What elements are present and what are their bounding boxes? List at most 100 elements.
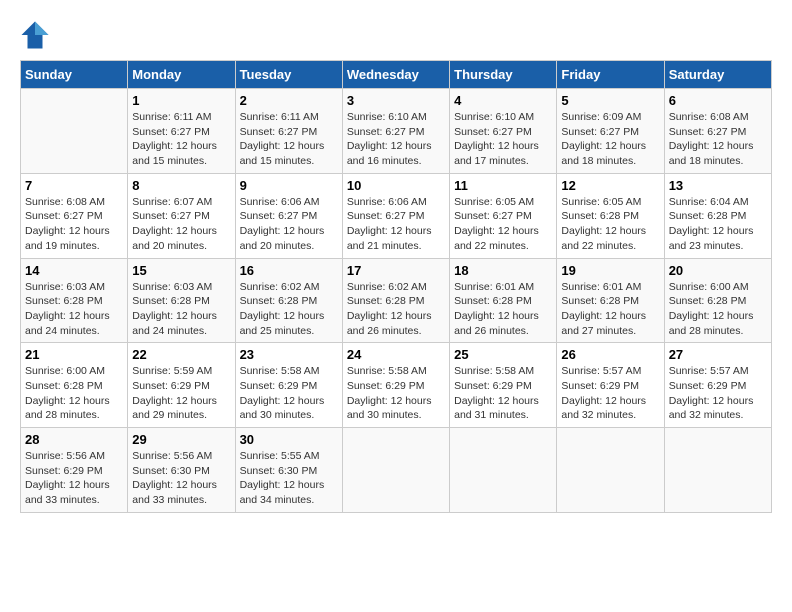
day-info: Sunrise: 6:10 AM Sunset: 6:27 PM Dayligh… bbox=[454, 110, 552, 169]
col-header-wednesday: Wednesday bbox=[342, 61, 449, 89]
day-number: 21 bbox=[25, 347, 123, 362]
col-header-tuesday: Tuesday bbox=[235, 61, 342, 89]
day-number: 28 bbox=[25, 432, 123, 447]
calendar-cell: 4 Sunrise: 6:10 AM Sunset: 6:27 PM Daylig… bbox=[450, 89, 557, 174]
day-number: 30 bbox=[240, 432, 338, 447]
day-info: Sunrise: 5:57 AM Sunset: 6:29 PM Dayligh… bbox=[561, 364, 659, 423]
week-row-2: 7 Sunrise: 6:08 AM Sunset: 6:27 PM Daylig… bbox=[21, 173, 772, 258]
calendar-cell: 10 Sunrise: 6:06 AM Sunset: 6:27 PM Dayli… bbox=[342, 173, 449, 258]
calendar-cell: 14 Sunrise: 6:03 AM Sunset: 6:28 PM Dayli… bbox=[21, 258, 128, 343]
day-number: 8 bbox=[132, 178, 230, 193]
day-number: 6 bbox=[669, 93, 767, 108]
day-number: 2 bbox=[240, 93, 338, 108]
day-info: Sunrise: 5:58 AM Sunset: 6:29 PM Dayligh… bbox=[347, 364, 445, 423]
day-info: Sunrise: 6:05 AM Sunset: 6:28 PM Dayligh… bbox=[561, 195, 659, 254]
day-info: Sunrise: 6:01 AM Sunset: 6:28 PM Dayligh… bbox=[454, 280, 552, 339]
calendar-cell: 15 Sunrise: 6:03 AM Sunset: 6:28 PM Dayli… bbox=[128, 258, 235, 343]
day-info: Sunrise: 5:58 AM Sunset: 6:29 PM Dayligh… bbox=[454, 364, 552, 423]
calendar-cell: 11 Sunrise: 6:05 AM Sunset: 6:27 PM Dayli… bbox=[450, 173, 557, 258]
day-info: Sunrise: 6:06 AM Sunset: 6:27 PM Dayligh… bbox=[240, 195, 338, 254]
day-number: 9 bbox=[240, 178, 338, 193]
calendar-cell: 3 Sunrise: 6:10 AM Sunset: 6:27 PM Daylig… bbox=[342, 89, 449, 174]
header bbox=[20, 20, 772, 50]
calendar-cell: 7 Sunrise: 6:08 AM Sunset: 6:27 PM Daylig… bbox=[21, 173, 128, 258]
day-info: Sunrise: 6:03 AM Sunset: 6:28 PM Dayligh… bbox=[25, 280, 123, 339]
day-number: 19 bbox=[561, 263, 659, 278]
calendar-cell: 24 Sunrise: 5:58 AM Sunset: 6:29 PM Dayli… bbox=[342, 343, 449, 428]
day-info: Sunrise: 5:57 AM Sunset: 6:29 PM Dayligh… bbox=[669, 364, 767, 423]
day-number: 5 bbox=[561, 93, 659, 108]
day-number: 16 bbox=[240, 263, 338, 278]
week-row-4: 21 Sunrise: 6:00 AM Sunset: 6:28 PM Dayli… bbox=[21, 343, 772, 428]
day-info: Sunrise: 6:08 AM Sunset: 6:27 PM Dayligh… bbox=[669, 110, 767, 169]
day-info: Sunrise: 5:56 AM Sunset: 6:29 PM Dayligh… bbox=[25, 449, 123, 508]
calendar-cell: 2 Sunrise: 6:11 AM Sunset: 6:27 PM Daylig… bbox=[235, 89, 342, 174]
day-info: Sunrise: 6:05 AM Sunset: 6:27 PM Dayligh… bbox=[454, 195, 552, 254]
day-info: Sunrise: 6:08 AM Sunset: 6:27 PM Dayligh… bbox=[25, 195, 123, 254]
day-number: 15 bbox=[132, 263, 230, 278]
header-row: SundayMondayTuesdayWednesdayThursdayFrid… bbox=[21, 61, 772, 89]
day-number: 11 bbox=[454, 178, 552, 193]
day-number: 18 bbox=[454, 263, 552, 278]
day-info: Sunrise: 6:11 AM Sunset: 6:27 PM Dayligh… bbox=[132, 110, 230, 169]
day-info: Sunrise: 5:56 AM Sunset: 6:30 PM Dayligh… bbox=[132, 449, 230, 508]
calendar-cell: 21 Sunrise: 6:00 AM Sunset: 6:28 PM Dayli… bbox=[21, 343, 128, 428]
calendar-cell: 5 Sunrise: 6:09 AM Sunset: 6:27 PM Daylig… bbox=[557, 89, 664, 174]
day-number: 12 bbox=[561, 178, 659, 193]
col-header-saturday: Saturday bbox=[664, 61, 771, 89]
calendar-cell: 18 Sunrise: 6:01 AM Sunset: 6:28 PM Dayli… bbox=[450, 258, 557, 343]
calendar-cell: 25 Sunrise: 5:58 AM Sunset: 6:29 PM Dayli… bbox=[450, 343, 557, 428]
day-number: 13 bbox=[669, 178, 767, 193]
calendar-cell bbox=[342, 428, 449, 513]
day-number: 24 bbox=[347, 347, 445, 362]
col-header-thursday: Thursday bbox=[450, 61, 557, 89]
calendar-cell: 27Sunrise: 5:57 AM Sunset: 6:29 PM Dayli… bbox=[664, 343, 771, 428]
calendar-cell: 23 Sunrise: 5:58 AM Sunset: 6:29 PM Dayli… bbox=[235, 343, 342, 428]
calendar-cell: 9 Sunrise: 6:06 AM Sunset: 6:27 PM Daylig… bbox=[235, 173, 342, 258]
day-info: Sunrise: 6:00 AM Sunset: 6:28 PM Dayligh… bbox=[25, 364, 123, 423]
calendar-cell: 12 Sunrise: 6:05 AM Sunset: 6:28 PM Dayli… bbox=[557, 173, 664, 258]
day-info: Sunrise: 5:58 AM Sunset: 6:29 PM Dayligh… bbox=[240, 364, 338, 423]
day-number: 25 bbox=[454, 347, 552, 362]
calendar-cell bbox=[450, 428, 557, 513]
calendar-cell: 17Sunrise: 6:02 AM Sunset: 6:28 PM Dayli… bbox=[342, 258, 449, 343]
calendar-table: SundayMondayTuesdayWednesdayThursdayFrid… bbox=[20, 60, 772, 513]
day-number: 3 bbox=[347, 93, 445, 108]
calendar-cell bbox=[664, 428, 771, 513]
day-number: 4 bbox=[454, 93, 552, 108]
day-number: 23 bbox=[240, 347, 338, 362]
calendar-cell: 30 Sunrise: 5:55 AM Sunset: 6:30 PM Dayli… bbox=[235, 428, 342, 513]
day-number: 7 bbox=[25, 178, 123, 193]
day-info: Sunrise: 5:59 AM Sunset: 6:29 PM Dayligh… bbox=[132, 364, 230, 423]
calendar-cell: 20 Sunrise: 6:00 AM Sunset: 6:28 PM Dayli… bbox=[664, 258, 771, 343]
day-number: 29 bbox=[132, 432, 230, 447]
day-number: 26 bbox=[561, 347, 659, 362]
calendar-cell: 6 Sunrise: 6:08 AM Sunset: 6:27 PM Daylig… bbox=[664, 89, 771, 174]
day-info: Sunrise: 6:10 AM Sunset: 6:27 PM Dayligh… bbox=[347, 110, 445, 169]
day-info: Sunrise: 5:55 AM Sunset: 6:30 PM Dayligh… bbox=[240, 449, 338, 508]
day-info: Sunrise: 6:02 AM Sunset: 6:28 PM Dayligh… bbox=[240, 280, 338, 339]
day-info: Sunrise: 6:03 AM Sunset: 6:28 PM Dayligh… bbox=[132, 280, 230, 339]
day-number: 20 bbox=[669, 263, 767, 278]
week-row-5: 28 Sunrise: 5:56 AM Sunset: 6:29 PM Dayli… bbox=[21, 428, 772, 513]
calendar-cell: 26 Sunrise: 5:57 AM Sunset: 6:29 PM Dayli… bbox=[557, 343, 664, 428]
week-row-1: 1 Sunrise: 6:11 AM Sunset: 6:27 PM Daylig… bbox=[21, 89, 772, 174]
day-info: Sunrise: 6:11 AM Sunset: 6:27 PM Dayligh… bbox=[240, 110, 338, 169]
calendar-cell: 8Sunrise: 6:07 AM Sunset: 6:27 PM Daylig… bbox=[128, 173, 235, 258]
col-header-sunday: Sunday bbox=[21, 61, 128, 89]
calendar-cell bbox=[21, 89, 128, 174]
day-number: 14 bbox=[25, 263, 123, 278]
day-info: Sunrise: 6:09 AM Sunset: 6:27 PM Dayligh… bbox=[561, 110, 659, 169]
calendar-cell: 13Sunrise: 6:04 AM Sunset: 6:28 PM Dayli… bbox=[664, 173, 771, 258]
calendar-cell bbox=[557, 428, 664, 513]
day-number: 22 bbox=[132, 347, 230, 362]
calendar-cell: 28 Sunrise: 5:56 AM Sunset: 6:29 PM Dayli… bbox=[21, 428, 128, 513]
day-info: Sunrise: 6:06 AM Sunset: 6:27 PM Dayligh… bbox=[347, 195, 445, 254]
calendar-cell: 22 Sunrise: 5:59 AM Sunset: 6:29 PM Dayli… bbox=[128, 343, 235, 428]
day-number: 1 bbox=[132, 93, 230, 108]
calendar-cell: 16 Sunrise: 6:02 AM Sunset: 6:28 PM Dayli… bbox=[235, 258, 342, 343]
day-number: 10 bbox=[347, 178, 445, 193]
logo-icon bbox=[20, 20, 50, 50]
calendar-cell: 1 Sunrise: 6:11 AM Sunset: 6:27 PM Daylig… bbox=[128, 89, 235, 174]
day-info: Sunrise: 6:00 AM Sunset: 6:28 PM Dayligh… bbox=[669, 280, 767, 339]
